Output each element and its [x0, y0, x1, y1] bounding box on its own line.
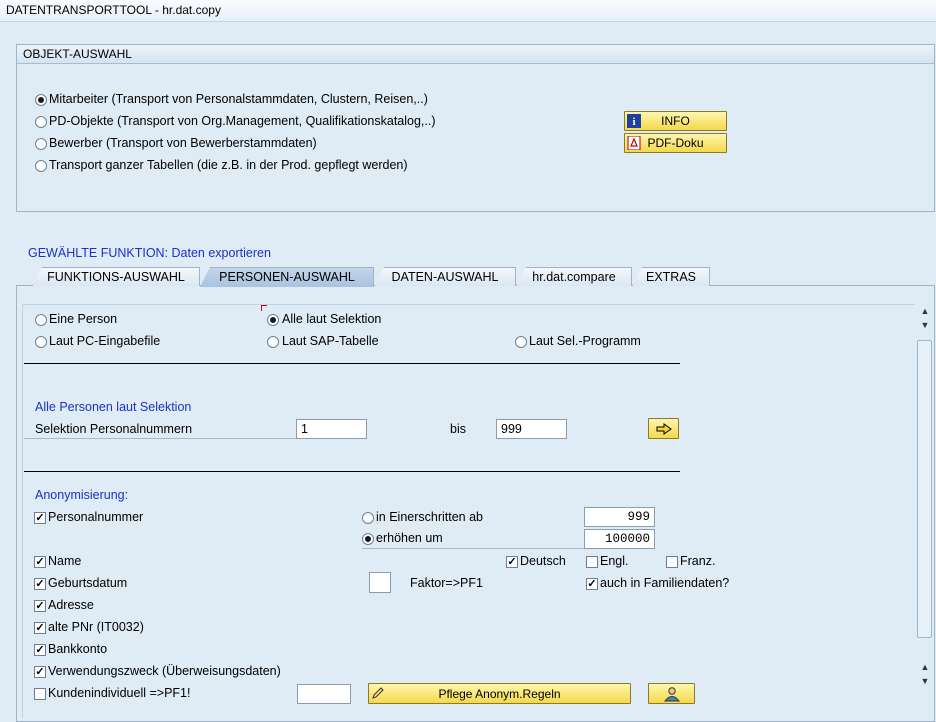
label-familiendaten: auch in Familiendaten? [600, 576, 730, 590]
tab-label: EXTRAS [645, 270, 696, 284]
label-adresse: Adresse [48, 598, 94, 612]
pdf-doku-button[interactable]: PDF-Doku [624, 133, 727, 153]
label-mitarbeiter: Mitarbeiter (Transport von Personalstamm… [49, 92, 428, 106]
label-bewerber: Bewerber (Transport von Bewerberstammdat… [49, 136, 317, 150]
label-bankkonto: Bankkonto [48, 642, 108, 656]
check-verwendungszweck[interactable]: ✓ [34, 666, 46, 678]
radio-laut-sel[interactable] [515, 336, 527, 348]
label-franz: Franz. [680, 554, 716, 568]
pencil-icon [372, 687, 384, 699]
pdf-icon [627, 136, 641, 150]
label-einerschritten: in Einerschritten ab [376, 510, 484, 524]
tab-daten-auswahl[interactable]: DATEN-AUSWAHL [374, 267, 516, 286]
label-tabellen: Transport ganzer Tabellen (die z.B. in d… [49, 158, 408, 172]
check-franz[interactable] [666, 556, 678, 568]
info-icon: i [627, 114, 641, 128]
label-alle-laut-selektion: Alle laut Selektion [282, 312, 382, 326]
scroll-page-down-icon[interactable]: ▼ [916, 320, 934, 334]
selection-underline [24, 438, 296, 439]
tab-label: FUNKTIONS-AUSWAHL [47, 270, 185, 284]
objekt-auswahl-title: OBJEKT-AUSWAHL [17, 45, 934, 64]
label-verwendungszweck: Verwendungszweck (Überweisungsdaten) [48, 664, 281, 678]
check-geburtsdatum[interactable]: ✓ [34, 578, 46, 590]
check-bankkonto[interactable]: ✓ [34, 644, 46, 656]
check-name[interactable]: ✓ [34, 556, 46, 568]
svg-text:i: i [632, 116, 635, 128]
tab-label: PERSONEN-AUSWAHL [219, 270, 355, 284]
info-button[interactable]: i INFO [624, 111, 727, 131]
label-laut-sap: Laut SAP-Tabelle [282, 334, 379, 348]
check-adresse[interactable]: ✓ [34, 600, 46, 612]
bis-label: bis [450, 422, 466, 436]
pflege-button-label: Pflege Anonym.Regeln [438, 687, 561, 701]
label-pd-objekte: PD-Objekte (Transport von Org.Management… [49, 114, 436, 128]
label-engl: Engl. [600, 554, 629, 568]
tab-extras[interactable]: EXTRAS [632, 267, 710, 286]
pdf-doku-label: PDF-Doku [647, 136, 704, 150]
check-deutsch[interactable]: ✓ [506, 556, 518, 568]
radio-alle-laut-selektion[interactable] [267, 314, 279, 326]
tab-label: hr.dat.compare [532, 270, 616, 284]
erhoehen-underline [362, 548, 584, 549]
selection-title: Alle Personen laut Selektion [35, 400, 192, 414]
check-familiendaten[interactable]: ✓ [586, 578, 598, 590]
label-personalnummer: Personalnummer [48, 510, 144, 524]
tab-funktions-auswahl[interactable]: FUNKTIONS-AUSWAHL [32, 267, 200, 286]
divider [24, 363, 680, 364]
radio-tabellen[interactable] [35, 160, 47, 172]
label-erhoehen: erhöhen um [376, 531, 443, 545]
radio-laut-sap[interactable] [267, 336, 279, 348]
arrow-right-icon [656, 423, 672, 435]
check-personalnummer[interactable]: ✓ [34, 512, 46, 524]
radio-pd-objekte[interactable] [35, 116, 47, 128]
user-button[interactable] [648, 683, 695, 704]
scroll-up-icon[interactable]: ▲ [916, 306, 934, 320]
faktor-field[interactable] [369, 572, 391, 593]
radio-mitarbeiter[interactable] [35, 94, 47, 106]
label-faktor: Faktor=>PF1 [410, 576, 483, 590]
check-engl[interactable] [586, 556, 598, 568]
tab-hr-dat-compare[interactable]: hr.dat.compare [516, 267, 632, 286]
kundenindividuell-field[interactable] [297, 684, 351, 704]
radio-laut-pc[interactable] [35, 336, 47, 348]
label-laut-sel: Laut Sel.-Programm [529, 334, 641, 348]
window-title: DATENTRANSPORTTOOL - hr.dat.copy [0, 0, 936, 22]
label-laut-pc: Laut PC-Eingabefile [49, 334, 161, 348]
pflege-anonym-regeln-button[interactable]: Pflege Anonym.Regeln [368, 683, 631, 704]
check-kundenindividuell[interactable] [34, 688, 46, 700]
info-button-label: INFO [661, 114, 690, 128]
radio-eine-person[interactable] [35, 314, 47, 326]
radio-bewerber[interactable] [35, 138, 47, 150]
selection-to-field[interactable]: 999 [496, 419, 567, 439]
selection-from-field[interactable]: 1 [296, 419, 367, 439]
execute-selection-button[interactable] [648, 418, 679, 439]
function-title: GEWÄHLTE FUNKTION: Daten exportieren [28, 246, 271, 260]
scroll-down-icon[interactable]: ▼ [916, 676, 934, 690]
anonym-title: Anonymisierung: [35, 488, 129, 502]
einerschritten-field[interactable]: 999 [584, 507, 655, 527]
label-geburtsdatum: Geburtsdatum [48, 576, 128, 590]
objekt-auswahl-group [16, 44, 935, 212]
focus-marker [261, 305, 267, 311]
label-alte-pnr: alte PNr (IT0032) [48, 620, 144, 634]
selection-label: Selektion Personalnummern [35, 422, 193, 436]
divider [24, 471, 680, 472]
radio-einerschritten[interactable] [362, 512, 374, 524]
scroll-thumb[interactable] [917, 340, 932, 638]
tab-label: DATEN-AUSWAHL [391, 270, 499, 284]
label-deutsch: Deutsch [520, 554, 566, 568]
tab-personen-auswahl[interactable]: PERSONEN-AUSWAHL [200, 267, 374, 287]
check-alte-pnr[interactable]: ✓ [34, 622, 46, 634]
radio-erhoehen[interactable] [362, 533, 374, 545]
user-icon [663, 687, 681, 702]
scroll-page-up-icon[interactable]: ▲ [916, 662, 934, 676]
label-eine-person: Eine Person [49, 312, 118, 326]
label-name: Name [48, 554, 82, 568]
erhoehen-field[interactable]: 100000 [584, 529, 655, 549]
label-kundenindividuell: Kundenindividuell =>PF1! [48, 686, 191, 700]
